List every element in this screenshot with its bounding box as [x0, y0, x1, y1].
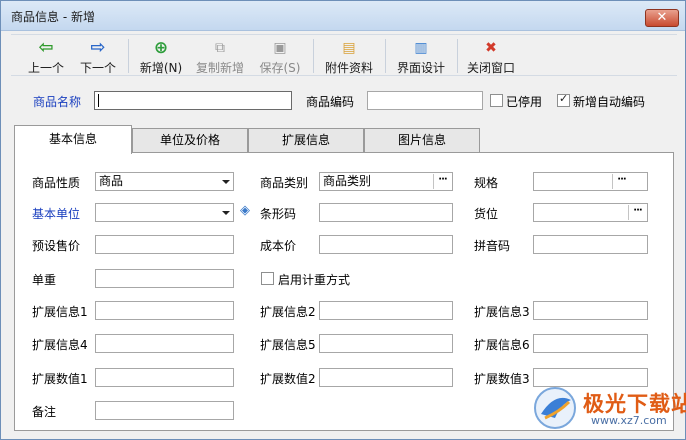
- ext-info-4-input[interactable]: [95, 334, 234, 353]
- location-label: 货位: [474, 207, 499, 221]
- weighing-mode-label: 启用计重方式: [278, 273, 351, 287]
- ext-number-1-label: 扩展数值1: [32, 372, 88, 386]
- attachment-button[interactable]: ▤ 附件资料: [321, 37, 377, 75]
- disabled-label: 已停用: [506, 95, 543, 109]
- tab-bar: 基本信息 单位及价格 扩展信息 图片信息: [14, 125, 674, 154]
- ext-info-3-label: 扩展信息3: [474, 305, 530, 319]
- watermark: 极光下载站 www.xz7.com: [531, 384, 686, 436]
- disabled-checkbox[interactable]: [490, 94, 503, 107]
- property-label: 商品性质: [32, 176, 81, 190]
- product-name-label: 商品名称: [33, 95, 82, 109]
- copy-new-label: 复制新增: [195, 61, 244, 75]
- layout-design-button[interactable]: ▥ 界面设计: [393, 37, 449, 75]
- remark-input[interactable]: [95, 401, 234, 420]
- next-label: 下一个: [79, 61, 116, 75]
- ext-info-1-input[interactable]: [95, 301, 234, 320]
- layout-design-icon: ▥: [414, 40, 428, 56]
- category-label: 商品类别: [260, 176, 309, 190]
- save-icon: ▣: [273, 40, 287, 56]
- ext-info-5-input[interactable]: [319, 334, 453, 353]
- attachment-label: 附件资料: [324, 61, 373, 75]
- location-picker[interactable]: ···: [533, 203, 648, 222]
- prev-button[interactable]: ⇦ 上一个: [23, 37, 69, 76]
- chevron-down-icon: [222, 211, 230, 215]
- ellipsis-icon[interactable]: ···: [612, 174, 630, 189]
- category-value: 商品类别: [323, 174, 372, 188]
- window-close-button[interactable]: ✕: [645, 9, 679, 27]
- spec-label: 规格: [474, 176, 499, 190]
- cost-price-input[interactable]: [319, 235, 453, 254]
- dialog-window: 商品信息 - 新增 ✕ ⇦ 上一个 ⇨ 下一个 ⊕ 新增(N) ⧉ 复制新增 ▣…: [0, 0, 686, 440]
- ext-number-1-input[interactable]: [95, 368, 234, 387]
- category-picker[interactable]: 商品类别 ···: [319, 172, 453, 191]
- toolbar-separator: [457, 39, 458, 73]
- tab-image-info[interactable]: 图片信息: [364, 128, 480, 152]
- layout-design-label: 界面设计: [396, 61, 445, 75]
- ext-number-2-input[interactable]: [319, 368, 453, 387]
- base-unit-select[interactable]: [95, 203, 234, 222]
- prev-label: 上一个: [27, 61, 64, 75]
- barcode-input[interactable]: [319, 203, 453, 222]
- ext-info-6-label: 扩展信息6: [474, 338, 530, 352]
- save-label: 保存(S): [259, 61, 301, 75]
- remark-label: 备注: [32, 405, 57, 419]
- base-unit-label: 基本单位: [32, 207, 81, 221]
- ext-info-3-input[interactable]: [533, 301, 648, 320]
- auto-code-checkbox[interactable]: [557, 92, 570, 107]
- close-window-button[interactable]: ✖ 关闭窗口: [463, 37, 519, 75]
- toolbar-separator: [385, 39, 386, 73]
- product-name-input[interactable]: [94, 91, 292, 110]
- close-window-icon: ✖: [485, 40, 497, 56]
- ellipsis-icon[interactable]: ···: [433, 174, 451, 189]
- property-value: 商品: [99, 174, 124, 188]
- watermark-logo-icon: [534, 387, 576, 429]
- tab-basic-info[interactable]: 基本信息: [14, 125, 132, 154]
- ext-number-2-label: 扩展数值2: [260, 372, 316, 386]
- product-code-input[interactable]: [367, 91, 483, 110]
- property-select[interactable]: 商品: [95, 172, 234, 191]
- arrow-right-icon: ⇨: [90, 37, 106, 58]
- copy-icon: ⧉: [215, 40, 225, 56]
- ext-info-6-input[interactable]: [533, 334, 648, 353]
- ext-info-5-label: 扩展信息5: [260, 338, 316, 352]
- chevron-down-icon: [222, 180, 230, 184]
- title-bar: 商品信息 - 新增 ✕: [1, 1, 685, 31]
- barcode-icon[interactable]: ◈: [240, 203, 250, 218]
- toolbar-separator: [313, 39, 314, 73]
- arrow-left-icon: ⇦: [38, 37, 54, 58]
- ext-info-2-label: 扩展信息2: [260, 305, 316, 319]
- unit-weight-input[interactable]: [95, 269, 234, 288]
- new-label: 新增(N): [139, 61, 183, 75]
- close-window-label: 关闭窗口: [466, 61, 515, 75]
- plus-circle-icon: ⊕: [153, 38, 169, 58]
- copy-new-button[interactable]: ⧉ 复制新增: [193, 37, 247, 75]
- tab-extended-info[interactable]: 扩展信息: [248, 128, 364, 152]
- spec-picker[interactable]: ···: [533, 172, 648, 191]
- ext-info-4-label: 扩展信息4: [32, 338, 88, 352]
- ext-info-2-input[interactable]: [319, 301, 453, 320]
- next-button[interactable]: ⇨ 下一个: [75, 37, 121, 76]
- toolbar: ⇦ 上一个 ⇨ 下一个 ⊕ 新增(N) ⧉ 复制新增 ▣ 保存(S) ▤ 附件资…: [11, 34, 677, 76]
- toolbar-separator: [128, 39, 129, 73]
- preset-price-label: 预设售价: [32, 239, 81, 253]
- barcode-label: 条形码: [260, 207, 297, 221]
- preset-price-input[interactable]: [95, 235, 234, 254]
- unit-weight-label: 单重: [32, 273, 57, 287]
- weighing-mode-checkbox[interactable]: [261, 272, 274, 285]
- auto-code-label: 新增自动编码: [573, 95, 646, 109]
- window-title: 商品信息 - 新增: [11, 10, 95, 24]
- cost-price-label: 成本价: [260, 239, 297, 253]
- tab-unit-price[interactable]: 单位及价格: [132, 128, 248, 152]
- pinyin-code-input[interactable]: [533, 235, 648, 254]
- save-button[interactable]: ▣ 保存(S): [255, 37, 305, 75]
- ellipsis-icon[interactable]: ···: [628, 205, 646, 220]
- ext-number-3-label: 扩展数值3: [474, 372, 530, 386]
- product-code-label: 商品编码: [306, 95, 355, 109]
- attachment-icon: ▤: [342, 40, 356, 56]
- pinyin-code-label: 拼音码: [474, 239, 511, 253]
- ext-info-1-label: 扩展信息1: [32, 305, 88, 319]
- new-button[interactable]: ⊕ 新增(N): [135, 37, 187, 75]
- watermark-url: www.xz7.com: [591, 414, 667, 427]
